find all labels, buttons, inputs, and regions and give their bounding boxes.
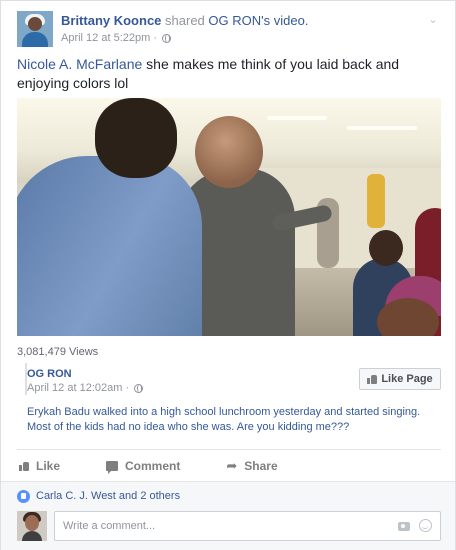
comment-input[interactable]: Write a comment... [54,511,441,541]
view-count: 3,081,479 Views [17,346,99,358]
camera-icon[interactable] [398,522,410,531]
globe-icon [162,34,171,43]
post-meta: April 12 at 5:22pm · [61,31,171,46]
share-icon: ➦ [226,458,238,473]
likes-summary[interactable]: Carla C. J. West and 2 others [17,486,180,506]
page-meta: April 12 at 12:02am · [27,382,144,394]
source-link[interactable]: OG RON's video. [208,13,308,28]
comment-icon [106,461,119,474]
post-timestamp[interactable]: April 12 at 5:22pm · [61,31,157,46]
comment-placeholder: Write a comment... [63,520,156,532]
like-page-label: Like Page [381,373,433,385]
comment-composer: Write a comment... [17,511,441,543]
chevron-down-icon[interactable]: ⌄ [425,13,441,26]
thumbs-up-icon [19,461,29,471]
comment-button[interactable]: Comment [106,452,180,474]
video-player[interactable] [17,98,441,336]
share-button[interactable]: ➦ Share [226,452,277,473]
post-message: Nicole A. McFarlane she makes me think o… [17,55,441,93]
emoji-icon[interactable] [419,519,432,532]
globe-icon [134,383,144,393]
page-timestamp[interactable]: April 12 at 12:02am · [27,382,129,394]
author-avatar[interactable] [17,11,53,47]
like-badge-icon [17,489,30,503]
like-page-button[interactable]: Like Page [359,368,441,390]
viewer-avatar [17,511,47,541]
thumbs-up-icon [367,374,378,384]
social-section: Carla C. J. West and 2 others Write a co… [1,481,455,550]
page-description: Erykah Badu walked into a high school lu… [27,406,421,433]
mention-link[interactable]: Nicole A. McFarlane [17,56,142,72]
action-bar: Like Comment ➦ Share [17,449,441,475]
post-card: Brittany Koonce shared OG RON's video. A… [0,0,456,550]
post-header: Brittany Koonce shared OG RON's video. A… [17,11,441,47]
shared-text: shared [165,13,205,28]
like-button[interactable]: Like [19,452,60,473]
likers-text[interactable]: Carla C. J. West and 2 others [36,490,180,502]
page-name-link[interactable]: OG RON [27,368,72,380]
post-title: Brittany Koonce shared OG RON's video. [61,12,308,29]
page-attachment: OG RON April 12 at 12:02am · Like Page E… [17,363,441,445]
author-link[interactable]: Brittany Koonce [61,13,161,28]
